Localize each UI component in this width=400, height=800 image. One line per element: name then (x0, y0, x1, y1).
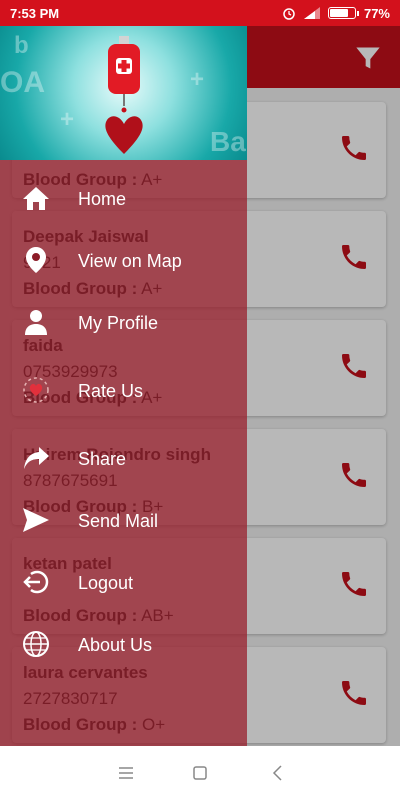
menu-label: View on Map (78, 251, 182, 271)
back-nav-icon[interactable] (268, 763, 288, 783)
globe-icon (23, 631, 49, 657)
menu-item-logout[interactable]: Logout (0, 560, 247, 604)
status-time: 7:53 PM (10, 5, 60, 21)
scrim[interactable] (247, 88, 400, 746)
menu-label: Rate Us (78, 381, 144, 401)
menu-item-about-us[interactable]: About Us (0, 622, 247, 666)
status-bar: 7:53 PM 77% (0, 0, 400, 26)
header-decoration: + (60, 106, 75, 133)
send-icon (23, 508, 49, 532)
battery-icon (327, 7, 359, 19)
menu-item-send-mail[interactable]: Send Mail (0, 498, 247, 542)
scrim[interactable] (247, 26, 400, 88)
share-icon (24, 447, 49, 469)
signal-icon (303, 7, 320, 19)
battery-percent: 77% (363, 5, 390, 21)
menu-label: My Profile (78, 313, 159, 333)
menu-item-home[interactable]: Home (0, 176, 247, 220)
menu-label: Logout (78, 573, 134, 593)
blood-donation-icon (105, 36, 143, 154)
header-decoration: OA (0, 66, 45, 99)
logout-icon (23, 570, 49, 594)
header-decoration: Ba (210, 126, 246, 157)
header-decoration: b (14, 32, 29, 59)
header-decoration: + (190, 66, 205, 93)
menu-nav-icon[interactable] (116, 763, 136, 783)
home-nav-icon[interactable] (190, 763, 210, 783)
system-nav-bar (0, 746, 400, 800)
navigation-drawer: b OA Ba + + Home View on Map My Profile (0, 26, 247, 746)
menu-item-my-profile[interactable]: My Profile (0, 300, 247, 344)
drawer-header: b OA Ba + + (0, 26, 247, 160)
menu-label: Send Mail (78, 511, 159, 531)
menu-item-rate-us[interactable]: Rate Us (0, 368, 247, 412)
alarm-icon (283, 8, 295, 20)
map-pin-icon (26, 247, 46, 273)
menu-label: Share (78, 449, 127, 469)
menu-item-share[interactable]: Share (0, 436, 247, 480)
menu-label: About Us (78, 635, 153, 655)
menu-item-view-on-map[interactable]: View on Map (0, 238, 247, 282)
home-icon (23, 187, 49, 210)
person-icon (25, 310, 47, 335)
heart-rate-icon (23, 377, 49, 403)
menu-label: Home (78, 189, 127, 209)
